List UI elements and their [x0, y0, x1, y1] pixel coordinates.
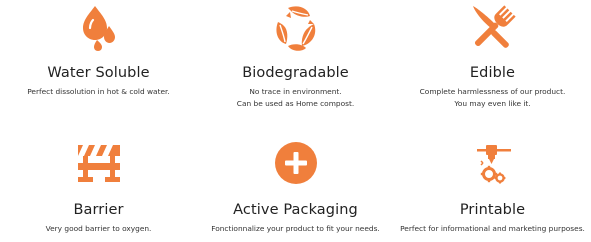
feature-description-line: No trace in environment.: [249, 87, 342, 96]
feature-title: Biodegradable: [242, 65, 349, 81]
feature-barrier: Barrier Very good barrier to oxygen.: [0, 136, 197, 235]
feature-active-packaging: Active Packaging Fonctionnalize your pro…: [197, 136, 394, 235]
feature-edible: Edible Complete harmlessness of our prod…: [394, 0, 591, 110]
features-grid: Water Soluble Perfect dissolution in hot…: [0, 0, 591, 242]
feature-description-line: Very good barrier to oxygen.: [45, 224, 152, 233]
water-drops-icon: [82, 6, 115, 51]
feature-description-line: Perfect for informational and marketing …: [400, 224, 585, 233]
plus-circle-icon: [274, 142, 317, 184]
feature-description: Perfect dissolution in hot & cold water.: [0, 86, 197, 98]
feature-description: Complete harmlessness of our product. Yo…: [394, 86, 591, 110]
feature-description-line: Fonctionnalize your product to fit your …: [211, 224, 380, 233]
feature-description: Fonctionnalize your product to fit your …: [197, 223, 394, 235]
feature-description-line: Can be used as Home compost.: [236, 99, 355, 108]
feature-description-line: Complete harmlessness of our product.: [419, 87, 566, 96]
feature-description: No trace in environment. Can be used as …: [197, 86, 394, 110]
feature-description-line: Perfect dissolution in hot & cold water.: [27, 87, 170, 96]
feature-biodegradable: Biodegradable No trace in environment. C…: [197, 0, 394, 110]
feature-title: Water Soluble: [47, 65, 150, 81]
feature-title: Barrier: [73, 202, 124, 218]
feature-title: Edible: [469, 65, 516, 81]
feature-printable: Printable Perfect for informational and …: [394, 136, 591, 235]
feature-title: Active Packaging: [233, 202, 358, 218]
3d-printer-icon: [476, 145, 511, 184]
feature-description-line: You may even like it.: [454, 99, 531, 108]
fork-knife-icon: [472, 5, 516, 48]
feature-title: Printable: [459, 202, 526, 218]
feature-water-soluble: Water Soluble Perfect dissolution in hot…: [0, 0, 197, 98]
leaves-recycle-icon: [275, 6, 315, 51]
barrier-icon: [77, 145, 120, 182]
feature-description: Perfect for informational and marketing …: [394, 223, 591, 235]
feature-description: Very good barrier to oxygen.: [0, 223, 197, 235]
